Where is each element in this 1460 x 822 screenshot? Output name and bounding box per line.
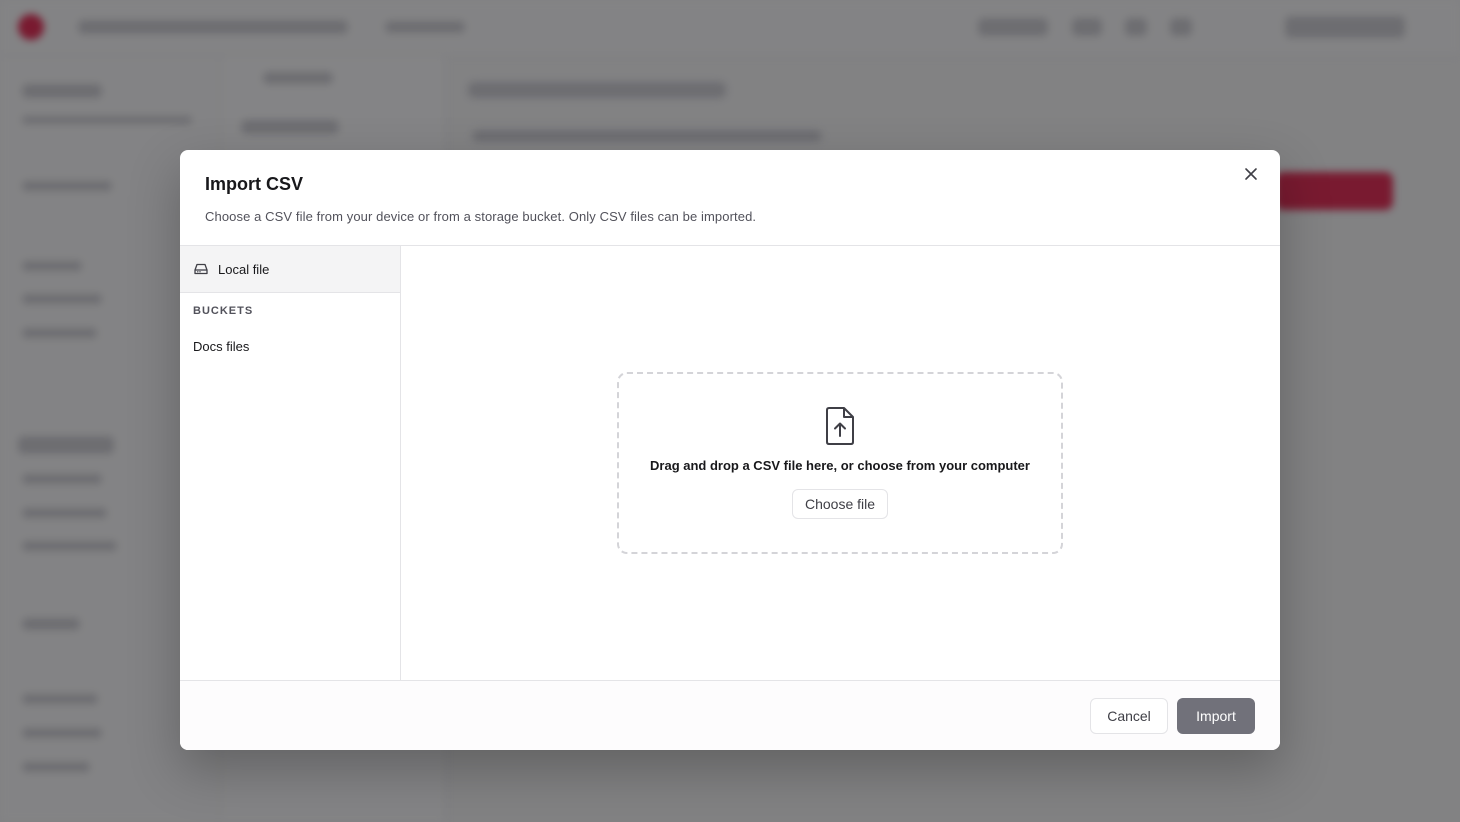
upload-pane: Drag and drop a CSV file here, or choose… [401,246,1280,680]
hard-drive-icon [193,261,209,277]
bucket-item-docs-files[interactable]: Docs files [180,339,400,354]
dialog-body: Local file BUCKETS Docs files Drag and d… [180,246,1280,680]
dialog-footer: Cancel Import [180,680,1280,750]
file-upload-icon [826,407,854,445]
source-local-file-label: Local file [218,261,270,277]
source-local-file[interactable]: Local file [180,246,400,293]
import-button[interactable]: Import [1177,698,1255,734]
buckets-heading: BUCKETS [193,305,254,317]
choose-file-button[interactable]: Choose file [791,489,889,519]
close-button[interactable] [1242,166,1260,184]
cancel-button[interactable]: Cancel [1090,698,1168,734]
dialog-title: Import CSV [205,174,304,194]
close-icon [1245,167,1257,180]
source-list: Local file BUCKETS Docs files [180,246,401,680]
import-csv-dialog: Import CSV Choose a CSV file from your d… [180,150,1280,750]
dialog-description: Choose a CSV file from your device or fr… [205,209,757,224]
file-dropzone[interactable]: Drag and drop a CSV file here, or choose… [617,372,1063,554]
dialog-header: Import CSV Choose a CSV file from your d… [180,150,1280,246]
dropzone-text: Drag and drop a CSV file here, or choose… [650,458,1030,473]
